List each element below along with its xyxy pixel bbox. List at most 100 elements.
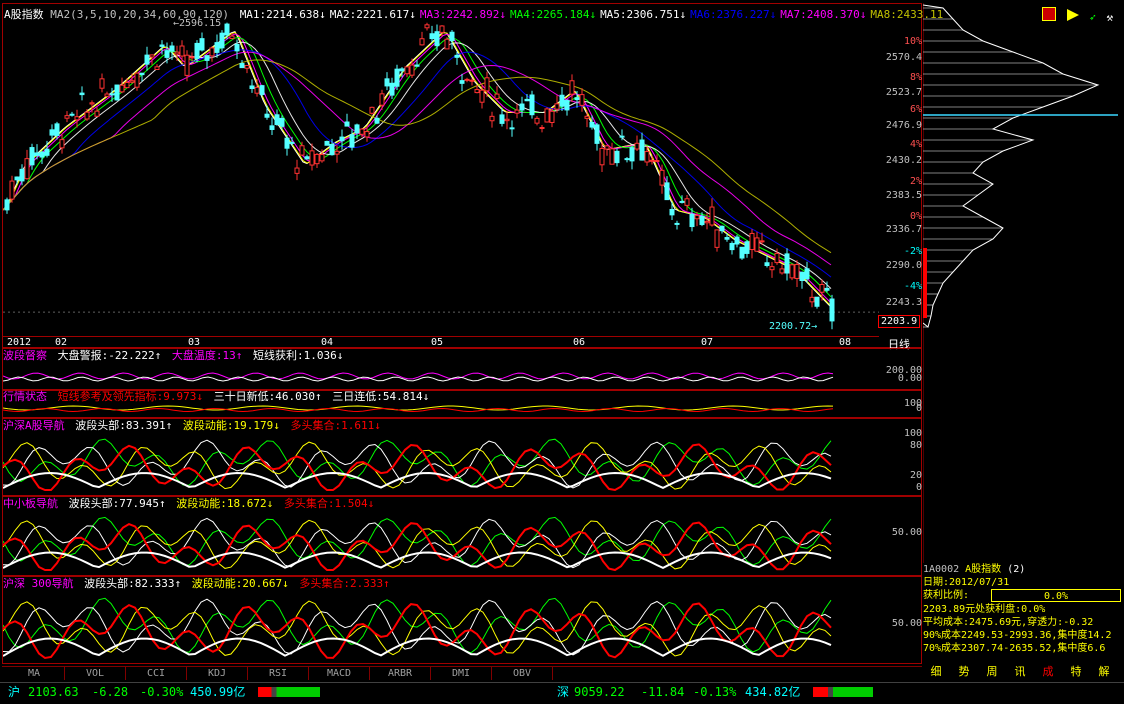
indicator-tab-cci[interactable]: CCI bbox=[126, 667, 187, 680]
price-tick: 2336.7 bbox=[885, 224, 922, 235]
sub1-axis: 200.00 0.00 bbox=[885, 365, 922, 384]
ratio-label: 获利比例: bbox=[923, 590, 970, 601]
sh-breadth-bar bbox=[258, 687, 320, 697]
price-axis: 2570.4 2523.7 2476.9 2430.2 2383.5 2336.7 2290… bbox=[878, 18, 922, 333]
side-button[interactable]: 周 bbox=[981, 665, 1003, 679]
side-button[interactable]: 讯 bbox=[1009, 665, 1031, 679]
sub3-item: 多头集合:1.611↓ bbox=[290, 419, 381, 432]
sub1-name: 波段督察 bbox=[3, 349, 47, 362]
pct-tick: -2% bbox=[903, 246, 922, 257]
info-name: A股指数 bbox=[965, 564, 1002, 575]
indicator-tab-rsi[interactable]: RSI bbox=[248, 667, 309, 680]
pct-tick: 0% bbox=[909, 211, 922, 222]
price-tick: 2570.4 bbox=[885, 52, 922, 63]
side-button[interactable]: 势 bbox=[953, 665, 975, 679]
pct-tick: 6% bbox=[909, 104, 922, 115]
month-tick: 05 bbox=[431, 337, 444, 348]
arrow-icon[interactable]: ➶ bbox=[1089, 11, 1096, 24]
sub3-item: 波段动能:19.179↓ bbox=[182, 419, 280, 432]
sub4-header: 中小板导航 波段头部:77.945↑ 波段动能:18.672↓ 多头集合:1.5… bbox=[3, 498, 378, 510]
price-tick: 2290.0 bbox=[885, 260, 922, 271]
pct-tick: 4% bbox=[909, 139, 922, 150]
price-tick: 2430.2 bbox=[885, 155, 922, 166]
side-button[interactable]: 特 bbox=[1065, 665, 1087, 679]
indicator-tab-dmi[interactable]: DMI bbox=[431, 667, 492, 680]
info-num: (2) bbox=[1007, 564, 1026, 575]
sub1-header: 波段督察 大盘警报:-22.222↑ 大盘温度:13↑ 短线获利:1.036↓ bbox=[3, 350, 347, 362]
sub5-name: 沪深 300导航 bbox=[3, 577, 74, 590]
sub5-item: 波段头部:82.333↑ bbox=[84, 577, 182, 590]
sub1-item: 短线获利:1.036↓ bbox=[252, 349, 344, 362]
sh-label: 沪 bbox=[8, 685, 21, 699]
pct-tick: 10% bbox=[903, 36, 922, 47]
sh-pct: -0.30% bbox=[140, 685, 184, 699]
month-tick: 03 bbox=[188, 337, 201, 348]
indicator-tab-vol[interactable]: VOL bbox=[65, 667, 126, 680]
sub3-name: 沪深A股导航 bbox=[3, 419, 65, 432]
sub5-item: 多头集合:2.333↑ bbox=[299, 577, 390, 590]
side-button[interactable]: 解 bbox=[1093, 665, 1115, 679]
sz-breadth-bar bbox=[813, 687, 873, 697]
sub3-chart bbox=[3, 438, 832, 492]
side-button[interactable]: 成 bbox=[1037, 665, 1059, 679]
month-tick: 02 bbox=[55, 337, 68, 348]
info-code: 1A0002 bbox=[923, 564, 960, 575]
sub3-axis: 100 80 20 0 bbox=[903, 428, 922, 493]
pct-tick: 8% bbox=[909, 72, 922, 83]
ratio-box: 0.0% bbox=[991, 589, 1121, 602]
info-line: 平均成本:2475.69元,穿透力:-0.32 bbox=[923, 617, 1094, 628]
indicator-tab-arbr[interactable]: ARBR bbox=[370, 667, 431, 680]
info-line: 2203.89元处获利盘:0.0% bbox=[923, 604, 1046, 615]
sub4-item: 波段头部:77.945↑ bbox=[68, 497, 166, 510]
svg-text:←2596.15: ←2596.15 bbox=[173, 18, 221, 29]
sub5-axis: 50.00 bbox=[891, 618, 922, 629]
sh-amount: 450.99亿 bbox=[190, 685, 246, 699]
price-tick: 2243.3 bbox=[885, 297, 922, 308]
sz-label: 深 bbox=[557, 685, 570, 699]
info-date: 日期:2012/07/31 bbox=[923, 577, 1010, 588]
sub4-axis: 50.00 bbox=[891, 527, 922, 538]
candlestick-chart[interactable]: ←2596.15 2200.72→ bbox=[3, 18, 879, 333]
month-tick: 07 bbox=[701, 337, 714, 348]
sz-amount: 434.82亿 bbox=[745, 685, 801, 699]
sub3-item: 波段头部:83.391↑ bbox=[75, 419, 173, 432]
sz-value: 9059.22 bbox=[574, 685, 625, 699]
price-tick: 2476.9 bbox=[885, 120, 922, 131]
sub4-item: 波段动能:18.672↓ bbox=[176, 497, 274, 510]
sub5-item: 波段动能:20.667↓ bbox=[191, 577, 289, 590]
sh-change: -6.28 bbox=[92, 685, 129, 699]
status-bar: 沪 2103.63 -6.28 -0.30% 450.99亿 深 9059.22… bbox=[0, 682, 1124, 704]
last-price-box: 2203.9 bbox=[878, 315, 921, 328]
sub2-axis: 100 0 bbox=[903, 398, 922, 414]
info-line: 70%成本2307.74-2635.52,集中度6.6 bbox=[923, 643, 1106, 654]
svg-text:2200.72→: 2200.72→ bbox=[769, 321, 817, 332]
sub5-header: 沪深 300导航 波段头部:82.333↑ 波段动能:20.667↓ 多头集合:… bbox=[3, 578, 394, 590]
info-panel: 1A0002 A股指数 (2) 日期:2012/07/31 获利比例: 0.0%… bbox=[923, 563, 1123, 663]
flag-icon[interactable] bbox=[1042, 7, 1056, 21]
triangle-icon[interactable] bbox=[1066, 9, 1079, 21]
indicator-tab-ma[interactable]: MA bbox=[4, 667, 65, 680]
indicator-tab-obv[interactable]: OBV bbox=[492, 667, 553, 680]
sub4-chart bbox=[3, 516, 832, 572]
side-button[interactable]: 细 bbox=[925, 665, 947, 679]
month-tick: 08 bbox=[839, 337, 852, 348]
indicator-tab-kdj[interactable]: KDJ bbox=[187, 667, 248, 680]
sub1-chart bbox=[3, 372, 834, 382]
month-tick: 2012 bbox=[7, 337, 32, 348]
month-tick: 06 bbox=[573, 337, 586, 348]
indicator-tab-macd[interactable]: MACD bbox=[309, 667, 370, 680]
sub2-chart bbox=[3, 405, 834, 413]
toolbar-icons: ➶ ⚒ bbox=[1042, 7, 1113, 24]
chip-distribution bbox=[923, 3, 1118, 563]
price-tick: 2383.5 bbox=[885, 190, 922, 201]
tools-icon[interactable]: ⚒ bbox=[1107, 11, 1114, 24]
info-line: 90%成本2249.53-2993.36,集中度14.2 bbox=[923, 630, 1112, 641]
pct-tick: 2% bbox=[909, 176, 922, 187]
sz-change: -11.84 bbox=[641, 685, 685, 699]
sub1-item: 大盘警报:-22.222↑ bbox=[57, 349, 162, 362]
sub4-name: 中小板导航 bbox=[3, 497, 58, 510]
sub3-header: 沪深A股导航 波段头部:83.391↑ 波段动能:19.179↓ 多头集合:1.… bbox=[3, 420, 385, 432]
sub4-item: 多头集合:1.504↓ bbox=[283, 497, 375, 510]
month-tick: 04 bbox=[321, 337, 334, 348]
sub5-chart bbox=[3, 597, 832, 660]
